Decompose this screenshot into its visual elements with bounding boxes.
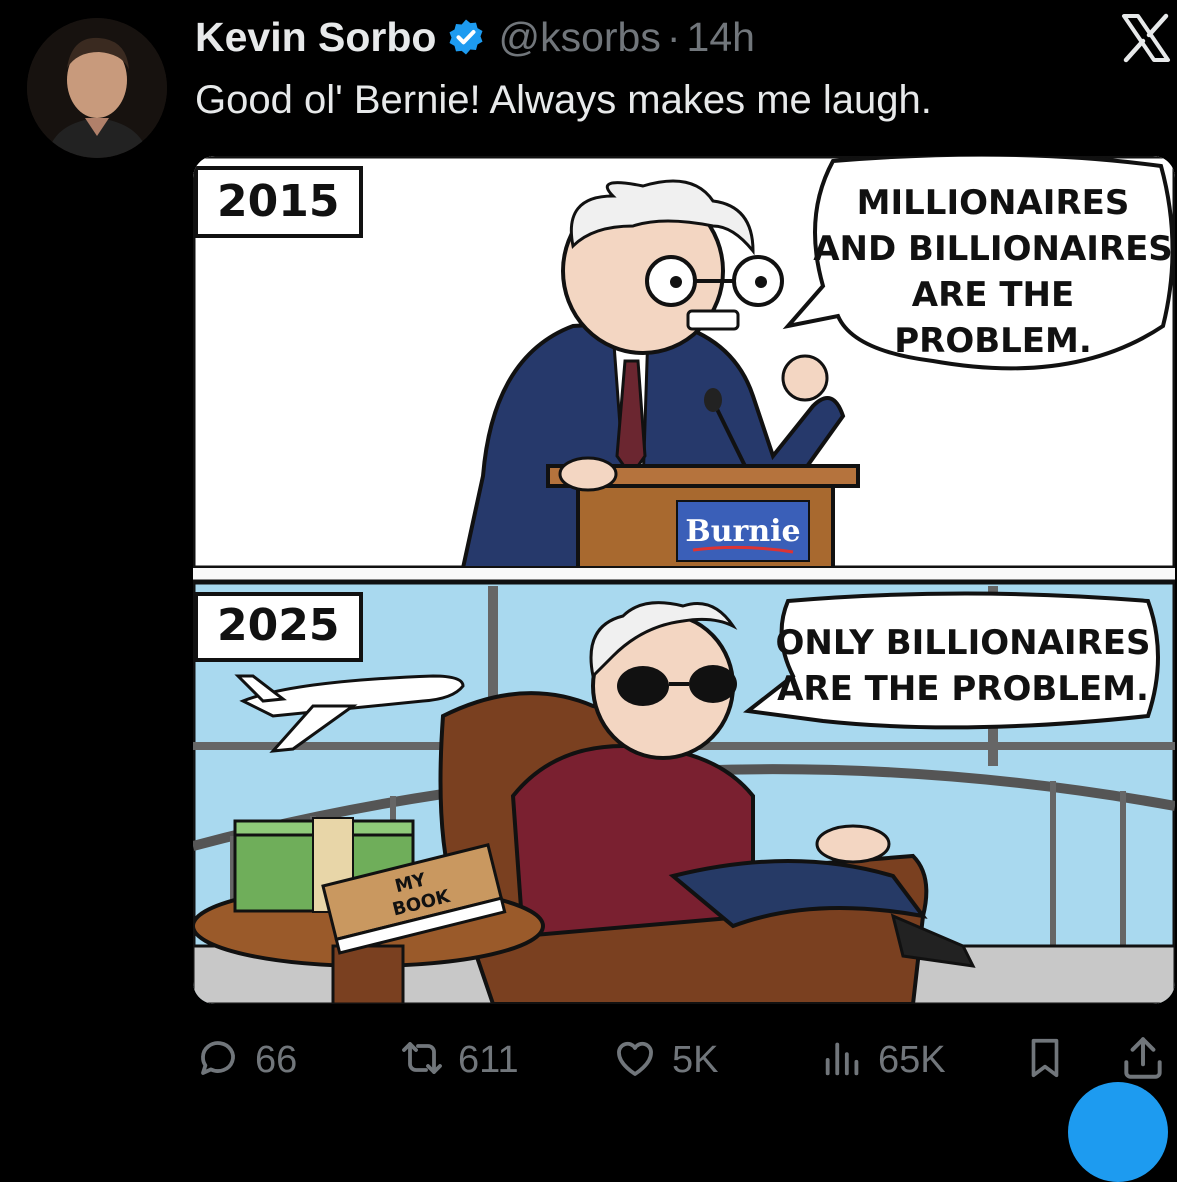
like-icon — [610, 1034, 660, 1087]
avatar-image — [27, 18, 167, 158]
views-button[interactable]: 65K — [820, 1030, 946, 1090]
bookmark-button[interactable] — [1022, 1030, 1068, 1090]
author-avatar[interactable] — [27, 18, 167, 158]
header-separator: · — [666, 13, 681, 60]
views-icon — [820, 1034, 866, 1087]
author-handle[interactable]: @ksorbs — [498, 14, 660, 61]
views-count: 65K — [878, 1038, 946, 1081]
tweet-media-image[interactable]: 2015 MILLIONAIRES AND BILLIONAIRES ARE T… — [193, 156, 1175, 1004]
reply-count: 66 — [255, 1038, 298, 1081]
tweet-text: Good ol' Bernie! Always makes me laugh. — [195, 78, 932, 122]
podium-sign-text: Burnie — [685, 514, 800, 549]
tweet-header: Kevin Sorbo @ksorbs · 14h — [195, 12, 755, 62]
year-2025: 2025 — [217, 600, 339, 651]
x-logo-icon — [1120, 12, 1172, 64]
share-button[interactable] — [1118, 1030, 1168, 1090]
repost-icon — [398, 1034, 446, 1087]
bookmark-icon — [1022, 1034, 1068, 1087]
speech-2015-line3: ARE THE — [912, 275, 1074, 315]
year-2015: 2015 — [217, 176, 339, 227]
comic-panel-2025: 2025 ONLY BILLIONAIRES ARE THE PROBLEM. — [193, 579, 1175, 1004]
reply-button[interactable]: 66 — [195, 1030, 297, 1090]
comic-panel-2015: 2015 MILLIONAIRES AND BILLIONAIRES ARE T… — [193, 156, 1175, 571]
share-icon — [1118, 1033, 1168, 1088]
repost-button[interactable]: 611 — [398, 1030, 519, 1090]
speech-2015-line2: AND BILLIONAIRES — [813, 229, 1173, 269]
compose-fab-button[interactable] — [1068, 1082, 1168, 1182]
like-count: 5K — [672, 1038, 719, 1081]
speech-2025-line1: ONLY BILLIONAIRES — [776, 623, 1151, 663]
repost-count: 611 — [458, 1038, 519, 1081]
verified-badge-icon — [446, 17, 486, 57]
speech-2015-line4: PROBLEM. — [894, 321, 1092, 361]
tweet-time[interactable]: 14h — [687, 14, 755, 61]
tweet-actions-bar: 66 611 5K 65K — [0, 1030, 1177, 1090]
author-name[interactable]: Kevin Sorbo — [195, 14, 436, 61]
speech-2025-line2: ARE THE PROBLEM. — [777, 669, 1149, 709]
like-button[interactable]: 5K — [610, 1030, 718, 1090]
reply-icon — [195, 1034, 243, 1087]
speech-2015-line1: MILLIONAIRES — [857, 183, 1130, 223]
